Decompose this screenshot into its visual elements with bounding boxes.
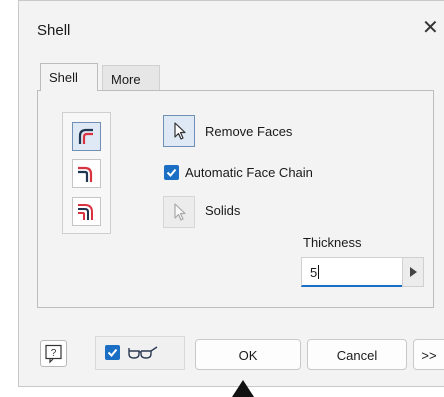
cancel-label: Cancel bbox=[336, 348, 378, 363]
direction-both-button[interactable] bbox=[72, 197, 101, 226]
checkmark-icon bbox=[166, 168, 177, 177]
remove-faces-label: Remove Faces bbox=[205, 124, 293, 139]
automatic-face-chain-label[interactable]: Automatic Face Chain bbox=[185, 165, 313, 180]
shell-inside-icon bbox=[78, 128, 93, 144]
tab-more-label: More bbox=[111, 72, 141, 87]
thickness-input[interactable]: 5 bbox=[301, 257, 403, 287]
ok-button[interactable]: OK bbox=[195, 339, 301, 370]
pointer-arrow bbox=[232, 380, 254, 397]
thickness-value: 5 bbox=[310, 265, 318, 280]
tab-shell-label: Shell bbox=[49, 70, 78, 85]
remove-faces-button[interactable] bbox=[163, 115, 195, 147]
cursor-icon bbox=[174, 122, 186, 140]
shell-both-icon bbox=[78, 204, 93, 220]
more-options-label: >> bbox=[421, 348, 437, 363]
svg-text:?: ? bbox=[51, 348, 57, 359]
play-arrow-icon bbox=[410, 267, 417, 277]
thickness-arrow-button[interactable] bbox=[402, 257, 424, 287]
automatic-face-chain-checkbox[interactable] bbox=[164, 165, 179, 180]
preview-checkbox[interactable] bbox=[105, 345, 120, 360]
direction-outside-button[interactable] bbox=[72, 159, 101, 188]
shell-outside-icon bbox=[78, 166, 93, 182]
solids-label: Solids bbox=[205, 203, 241, 218]
direction-inside-button[interactable] bbox=[72, 122, 101, 151]
preview-toggle-group bbox=[95, 336, 185, 370]
checkmark-icon bbox=[107, 348, 118, 357]
close-icon[interactable]: ✕ bbox=[422, 18, 439, 38]
ok-label: OK bbox=[238, 348, 258, 363]
help-button[interactable]: ? bbox=[40, 340, 67, 367]
tab-shell[interactable]: Shell bbox=[40, 63, 98, 91]
direction-group bbox=[62, 112, 111, 234]
help-icon: ? bbox=[45, 344, 62, 364]
thickness-label: Thickness bbox=[303, 235, 362, 250]
tab-more[interactable]: More bbox=[102, 65, 160, 91]
dialog-title: Shell bbox=[37, 22, 71, 39]
cursor-icon bbox=[174, 203, 186, 221]
solids-button[interactable] bbox=[163, 196, 195, 228]
more-options-button[interactable]: >> bbox=[413, 339, 444, 370]
cancel-button[interactable]: Cancel bbox=[307, 339, 407, 370]
text-caret bbox=[318, 265, 320, 279]
glasses-icon bbox=[128, 346, 158, 359]
